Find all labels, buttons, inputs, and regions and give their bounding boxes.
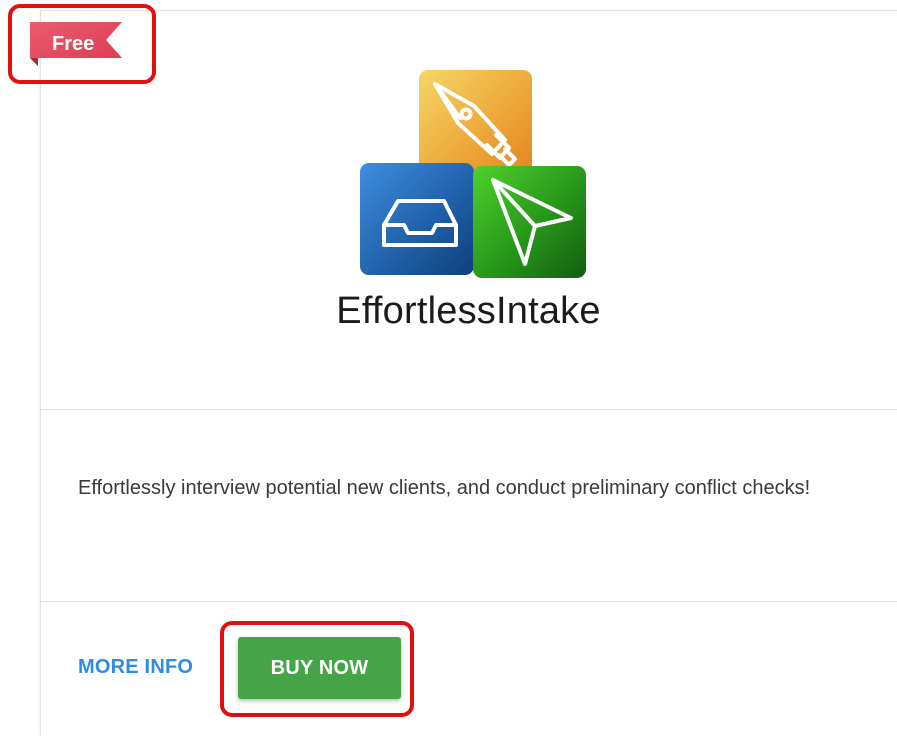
send-tile [473, 166, 586, 278]
inbox-tile [360, 163, 474, 275]
buy-now-highlight [220, 621, 414, 717]
header-divider [40, 409, 897, 410]
footer-divider [40, 601, 897, 602]
paper-plane-icon [491, 178, 573, 266]
app-description: Effortlessly interview potential new cli… [78, 477, 811, 499]
free-badge-highlight [8, 4, 156, 84]
app-title: EffortlessIntake [336, 290, 601, 332]
inbox-tray-icon [382, 199, 458, 247]
more-info-link[interactable]: MORE INFO [78, 656, 193, 679]
app-logo [360, 70, 590, 280]
